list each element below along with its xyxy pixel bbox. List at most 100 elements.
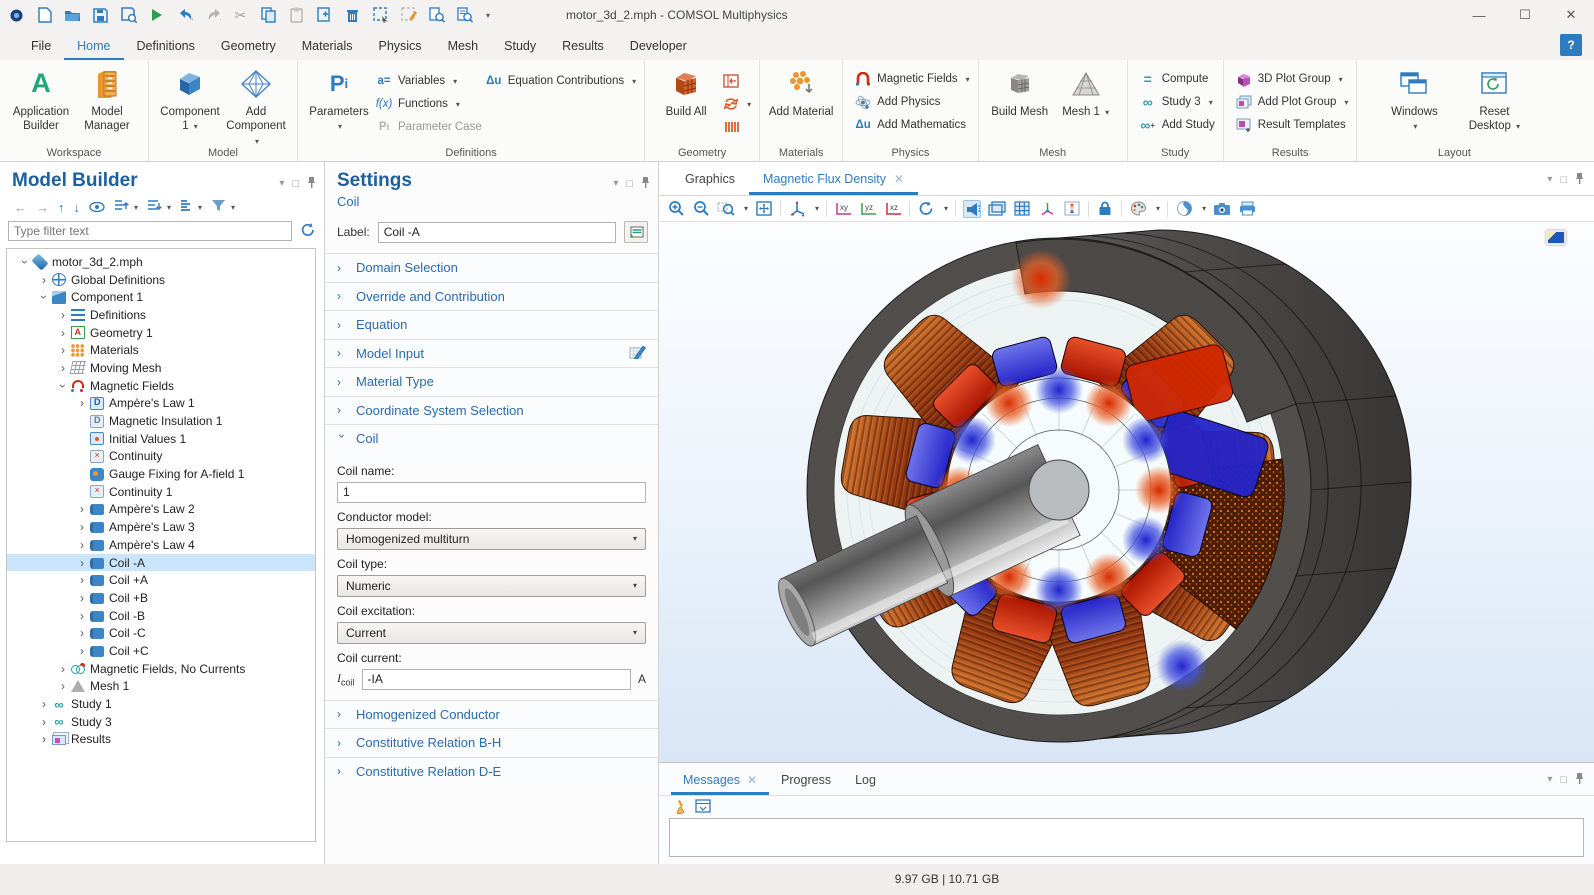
lock-view-button[interactable] [1096, 200, 1114, 218]
chevron-down-icon[interactable]: ▾ [815, 204, 819, 213]
zoom-out-button[interactable] [692, 200, 710, 218]
customize-toolbar-caret-icon[interactable]: ▾ [486, 11, 490, 20]
message-settings-button[interactable] [695, 799, 711, 815]
section-domain-selection[interactable]: ›Domain Selection [325, 253, 658, 282]
menu-definitions[interactable]: Definitions [124, 33, 208, 60]
panel-menu-caret-icon[interactable]: ▾ [279, 178, 284, 189]
minimize-button[interactable]: — [1456, 0, 1502, 30]
tree-item-amperes-law-1[interactable]: ›Ampère's Law 1 [7, 395, 315, 413]
add-study-button[interactable]: ∞+Add Study [1140, 116, 1215, 134]
chevron-icon[interactable]: › [57, 679, 69, 693]
tree-item-initial-values-1[interactable]: Initial Values 1 [7, 430, 315, 448]
conductor-model-select[interactable]: Homogenized multiturn▾ [337, 528, 646, 550]
section-coordinate-system[interactable]: ›Coordinate System Selection [325, 396, 658, 425]
study-3-button[interactable]: ∞Study 3▾ [1140, 93, 1215, 111]
tab-messages[interactable]: Messages✕ [671, 766, 769, 795]
chevron-icon[interactable]: › [76, 556, 88, 570]
grid-toggle[interactable] [1013, 200, 1031, 218]
zoom-in-button[interactable] [667, 200, 685, 218]
tree-item-coil-plus-c[interactable]: ›Coil +C [7, 642, 315, 660]
tree-item-root[interactable]: ›motor_3d_2.mph [7, 253, 315, 271]
chevron-down-icon[interactable]: ▾ [944, 204, 948, 213]
tree-item-materials[interactable]: ›Materials [7, 341, 315, 359]
environment-reflections-button[interactable] [1175, 200, 1193, 218]
menu-physics[interactable]: Physics [365, 33, 434, 60]
coil-current-input[interactable] [362, 669, 631, 690]
coil-excitation-select[interactable]: Current▾ [337, 622, 646, 644]
plot-thumbnail-icon[interactable] [1546, 230, 1566, 245]
tree-filter-input[interactable] [8, 221, 292, 241]
menu-geometry[interactable]: Geometry [208, 33, 289, 60]
tree-item-magnetic-fields-no-currents[interactable]: ›Magnetic Fields, No Currents [7, 660, 315, 678]
chevron-icon[interactable]: › [38, 273, 50, 287]
chevron-icon[interactable]: › [56, 380, 70, 392]
section-model-input[interactable]: ›Model Input [325, 339, 658, 368]
tree-item-magnetic-insulation-1[interactable]: Magnetic Insulation 1 [7, 412, 315, 430]
equation-contributions-button[interactable]: ΔuEquation Contributions▾ [486, 72, 636, 90]
tree-item-component-1[interactable]: ›Component 1 [7, 288, 315, 306]
panel-float-icon[interactable]: □ [626, 178, 633, 190]
zoom-box-button[interactable] [717, 200, 735, 218]
partition-button[interactable] [723, 118, 751, 136]
chevron-icon[interactable]: › [57, 326, 69, 340]
tree-item-gauge-fixing[interactable]: Gauge Fixing for A-field 1 [7, 465, 315, 483]
chevron-icon[interactable]: › [76, 538, 88, 552]
tab-magnetic-flux-density[interactable]: Magnetic Flux Density✕ [749, 164, 918, 195]
duplicate-button[interactable] [316, 7, 333, 24]
reset-desktop-button[interactable]: Reset Desktop ▾ [1461, 64, 1527, 134]
chevron-icon[interactable]: › [76, 396, 88, 410]
tree-item-results[interactable]: ›Results [7, 731, 315, 749]
panel-menu-caret-icon[interactable]: ▾ [1547, 774, 1552, 785]
tree-item-coil-plus-b[interactable]: ›Coil +B [7, 589, 315, 607]
find-button[interactable] [428, 7, 445, 24]
component-1-button[interactable]: Component 1 ▾ [157, 64, 223, 134]
clear-messages-button[interactable] [671, 799, 687, 815]
chevron-down-icon[interactable]: ▾ [167, 203, 171, 212]
chevron-icon[interactable]: › [76, 644, 88, 658]
forward-icon[interactable]: → [36, 200, 49, 215]
chevron-down-icon[interactable]: ▾ [1202, 204, 1206, 213]
3d-plot-group-button[interactable]: 3D Plot Group▾ [1236, 70, 1349, 88]
zoom-extents-button[interactable] [755, 200, 773, 218]
view-xz-button[interactable]: xz [884, 200, 902, 218]
run-button[interactable] [148, 7, 165, 24]
section-material-type[interactable]: ›Material Type [325, 367, 658, 396]
rename-button[interactable] [624, 221, 648, 243]
build-mesh-button[interactable]: Build Mesh [987, 64, 1053, 119]
perspective-toggle[interactable] [988, 200, 1006, 218]
chevron-icon[interactable]: › [38, 697, 50, 711]
print-button[interactable] [1238, 200, 1256, 218]
menu-developer[interactable]: Developer [617, 33, 700, 60]
scene-light-toggle[interactable] [963, 200, 981, 218]
edit-model-input-icon[interactable] [629, 344, 646, 362]
chevron-icon[interactable]: › [76, 609, 88, 623]
chevron-down-icon[interactable]: ▾ [1156, 204, 1160, 213]
label-input[interactable] [378, 222, 616, 243]
chevron-down-icon[interactable]: ▾ [231, 203, 235, 212]
panel-pin-icon[interactable] [1575, 172, 1584, 187]
chevron-icon[interactable]: › [37, 291, 51, 303]
panel-float-icon[interactable]: □ [1560, 774, 1567, 786]
view-xy-button[interactable]: xy [834, 200, 852, 218]
section-coil[interactable]: ›Coil [325, 424, 658, 453]
tree-item-study-1[interactable]: ›∞Study 1 [7, 695, 315, 713]
magnetic-fields-button[interactable]: Magnetic Fields▾ [855, 70, 970, 88]
chevron-icon[interactable]: › [57, 308, 69, 322]
copy-button[interactable] [260, 7, 277, 24]
menu-mesh[interactable]: Mesh [435, 33, 492, 60]
section-equation[interactable]: ›Equation [325, 310, 658, 339]
move-down-icon[interactable]: ↓ [74, 200, 81, 215]
open-file-button[interactable] [64, 7, 81, 24]
chevron-down-icon[interactable]: ▾ [744, 204, 748, 213]
build-all-button[interactable]: Build All [653, 64, 719, 119]
add-material-button[interactable]: Add Material [768, 64, 834, 119]
section-override-contribution[interactable]: ›Override and Contribution [325, 282, 658, 311]
collapse-all-icon[interactable] [147, 199, 162, 215]
add-mathematics-button[interactable]: ΔuAdd Mathematics [855, 116, 970, 134]
chevron-icon[interactable]: › [57, 343, 69, 357]
panel-pin-icon[interactable] [307, 176, 316, 191]
chevron-icon[interactable]: › [38, 732, 50, 746]
refresh-icon[interactable] [300, 222, 316, 240]
axis-orientation-toggle[interactable] [1038, 200, 1056, 218]
color-palette-button[interactable] [1129, 200, 1147, 218]
